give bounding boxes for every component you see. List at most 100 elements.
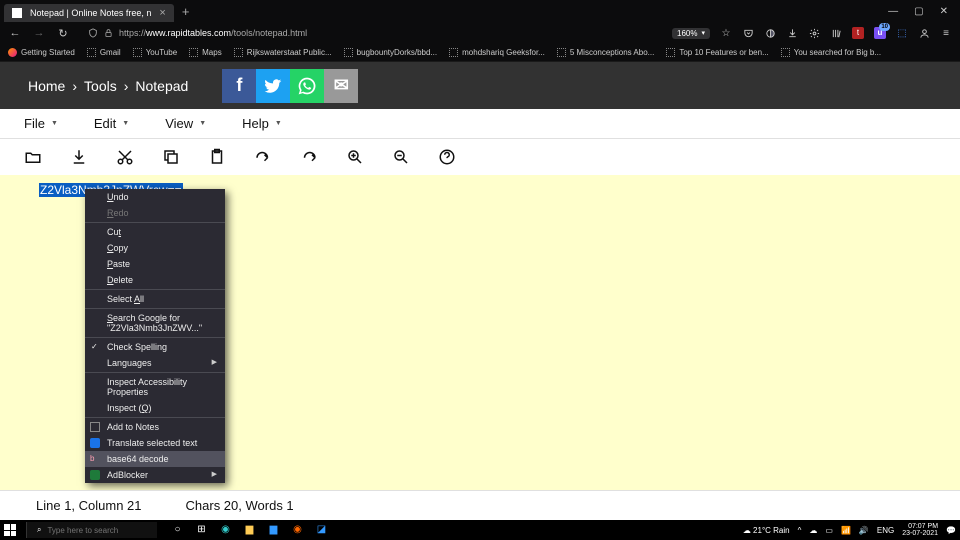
ctx-undo[interactable]: Undo xyxy=(85,189,225,205)
ctx-copy[interactable]: Copy xyxy=(85,240,225,256)
ctx-paste[interactable]: Paste xyxy=(85,256,225,272)
bm-features[interactable]: Top 10 Features or ben... xyxy=(666,48,768,57)
ctx-select-all[interactable]: Select All xyxy=(85,291,225,307)
notifications-icon[interactable]: 💬 xyxy=(946,526,956,535)
open-button[interactable] xyxy=(24,148,42,166)
ctx-inspect[interactable]: Inspect (Q) xyxy=(85,400,225,416)
clock[interactable]: 07:07 PM 23-07-2021 xyxy=(902,523,938,537)
pocket-icon[interactable] xyxy=(742,27,754,39)
extension-tab-icon[interactable]: t xyxy=(852,27,864,39)
star-icon[interactable]: ☆ xyxy=(720,27,732,39)
settings-icon[interactable] xyxy=(808,27,820,39)
ctx-adblocker[interactable]: AdBlocker▶ xyxy=(85,467,225,483)
shield-icon xyxy=(88,28,98,38)
firefox-icon[interactable]: ◉ xyxy=(291,524,303,536)
ctx-check-spelling[interactable]: ✓Check Spelling xyxy=(85,339,225,355)
minimize-button[interactable]: — xyxy=(888,6,898,17)
edge-icon[interactable]: ◉ xyxy=(219,524,231,536)
facebook-share-button[interactable]: f xyxy=(222,69,256,103)
new-tab-button[interactable]: + xyxy=(182,4,190,19)
maximize-button[interactable]: ▢ xyxy=(914,6,923,17)
store-icon[interactable]: ▆ xyxy=(267,524,279,536)
ctx-add-notes[interactable]: Add to Notes xyxy=(85,419,225,435)
ctx-translate[interactable]: Translate selected text xyxy=(85,435,225,451)
zoom-out-button[interactable] xyxy=(392,148,410,166)
close-tab-icon[interactable]: × xyxy=(159,7,165,19)
start-button[interactable] xyxy=(4,524,16,536)
whatsapp-share-button[interactable] xyxy=(290,69,324,103)
download-icon[interactable] xyxy=(786,27,798,39)
bm-bigdata[interactable]: You searched for Big b... xyxy=(781,48,881,57)
help-button[interactable] xyxy=(438,148,456,166)
browser-tab[interactable]: Notepad | Online Notes free, n × xyxy=(4,4,174,22)
volume-icon[interactable]: 🔊 xyxy=(859,526,869,535)
note-icon xyxy=(90,422,100,432)
wifi-icon[interactable]: 📶 xyxy=(841,526,851,535)
base64-icon: b xyxy=(90,454,100,464)
undo-button[interactable] xyxy=(254,148,272,166)
ublock-icon[interactable]: u10 xyxy=(874,27,886,39)
weather-widget[interactable]: ☁ 21°C Rain xyxy=(743,526,790,535)
bm-geeks[interactable]: mohdshariq Geeksfor... xyxy=(449,48,545,57)
search-input[interactable] xyxy=(47,526,147,535)
cortana-icon[interactable]: ○ xyxy=(171,524,183,536)
reload-button[interactable]: ↻ xyxy=(56,27,70,40)
ctx-base64-decode[interactable]: bbase64 decode xyxy=(85,451,225,467)
bm-bugbounty[interactable]: bugbountyDorks/bbd... xyxy=(344,48,438,57)
breadcrumb-home[interactable]: Home xyxy=(28,78,65,94)
globe-icon xyxy=(557,48,566,57)
help-menu[interactable]: Help▼ xyxy=(242,116,282,131)
language-indicator[interactable]: ENG xyxy=(877,526,894,535)
menu-icon[interactable]: ≡ xyxy=(940,27,952,39)
view-menu[interactable]: View▼ xyxy=(165,116,206,131)
close-window-button[interactable]: ✕ xyxy=(940,6,948,17)
bm-maps[interactable]: Maps xyxy=(189,48,222,57)
bm-getting-started[interactable]: Getting Started xyxy=(8,48,75,57)
ctx-accessibility[interactable]: Inspect Accessibility Properties xyxy=(85,374,225,400)
onedrive-icon[interactable]: ☁ xyxy=(809,526,817,535)
bm-youtube[interactable]: YouTube xyxy=(133,48,177,57)
save-button[interactable] xyxy=(70,148,88,166)
bm-rijks[interactable]: Rijkswaterstaat Public... xyxy=(234,48,332,57)
caret-down-icon: ▼ xyxy=(51,120,58,127)
cut-button[interactable] xyxy=(116,148,134,166)
battery-icon[interactable]: ▭ xyxy=(825,526,833,535)
lock-icon xyxy=(104,28,113,38)
ctx-languages[interactable]: Languages▶ xyxy=(85,355,225,371)
copy-button[interactable] xyxy=(162,148,180,166)
library-icon[interactable] xyxy=(830,27,842,39)
edit-menu[interactable]: Edit▼ xyxy=(94,116,129,131)
zoom-in-button[interactable] xyxy=(346,148,364,166)
url-text: https://www.rapidtables.com/tools/notepa… xyxy=(119,28,307,38)
vscode-icon[interactable]: ◪ xyxy=(315,524,327,536)
ctx-delete[interactable]: Delete xyxy=(85,272,225,288)
bookmarks-bar: Getting Started Gmail YouTube Maps Rijks… xyxy=(0,44,960,62)
url-bar[interactable]: https://www.rapidtables.com/tools/notepa… xyxy=(88,28,307,38)
ctx-cut[interactable]: Cut xyxy=(85,224,225,240)
back-button[interactable]: ← xyxy=(8,27,22,39)
theme-icon[interactable] xyxy=(764,27,776,39)
explorer-icon[interactable]: ▆ xyxy=(243,524,255,536)
redo-button[interactable] xyxy=(300,148,318,166)
globe-icon xyxy=(449,48,458,57)
account-icon[interactable] xyxy=(918,27,930,39)
bm-gmail[interactable]: Gmail xyxy=(87,48,121,57)
forward-button[interactable]: → xyxy=(32,27,46,39)
file-menu[interactable]: File▼ xyxy=(24,116,58,131)
bm-misconceptions[interactable]: 5 Misconceptions Abo... xyxy=(557,48,655,57)
caret-down-icon: ▼ xyxy=(275,120,282,127)
paste-button[interactable] xyxy=(208,148,226,166)
email-share-button[interactable]: ✉ xyxy=(324,69,358,103)
twitter-share-button[interactable] xyxy=(256,69,290,103)
ctx-search-google[interactable]: Search Google for "Z2Vla3Nmb3JnZWV..." xyxy=(85,310,225,336)
breadcrumb-tools[interactable]: Tools xyxy=(84,78,117,94)
caret-down-icon: ▼ xyxy=(199,120,206,127)
taskbar-search[interactable]: ⌕ xyxy=(26,522,157,538)
adblocker-icon xyxy=(90,470,100,480)
extension-icon[interactable]: ⬚ xyxy=(896,27,908,39)
chevron-right-icon: › xyxy=(124,78,129,94)
firefox-icon xyxy=(8,48,17,57)
zoom-badge[interactable]: 160%▾ xyxy=(672,28,710,39)
tray-chevron-icon[interactable]: ^ xyxy=(798,526,802,535)
task-view-icon[interactable]: ⊞ xyxy=(195,524,207,536)
